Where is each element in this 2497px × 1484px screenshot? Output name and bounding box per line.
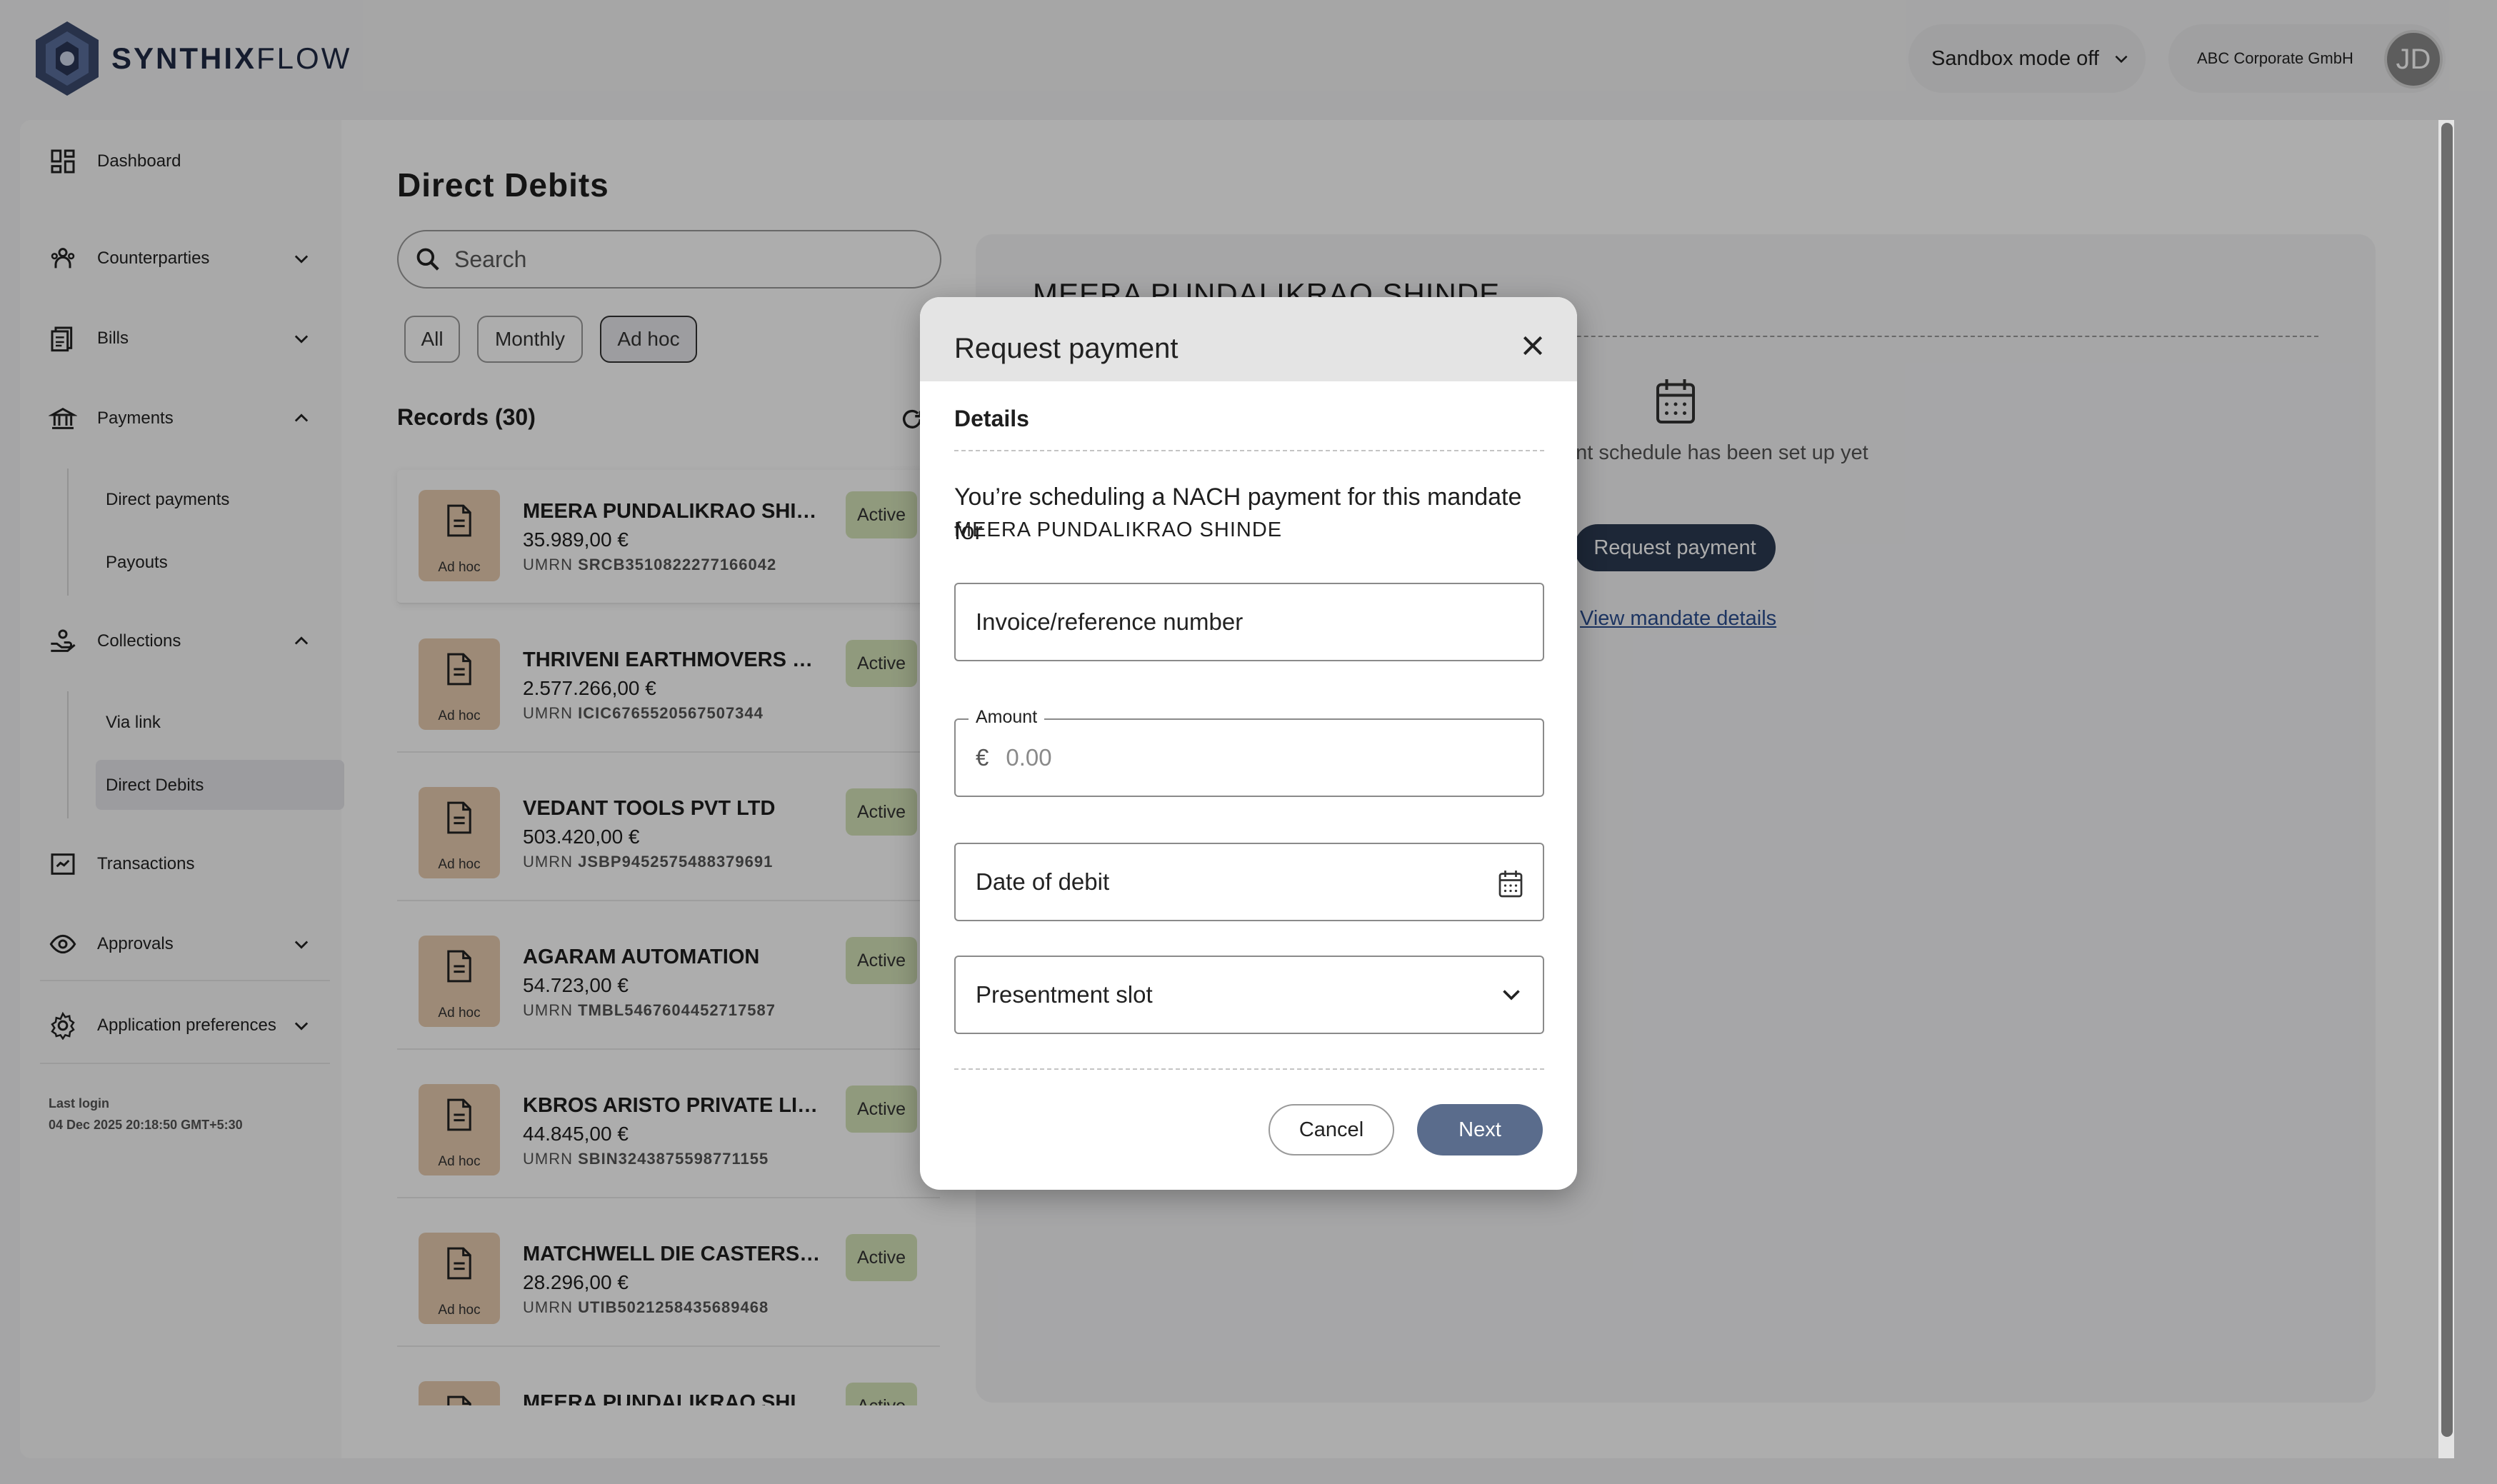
amount-label: Amount (969, 707, 1045, 728)
date-of-debit-placeholder: Date of debit (976, 868, 1110, 895)
section-divider (954, 450, 1544, 451)
request-payment-modal: Request payment Details You’re schedulin… (920, 297, 1577, 1190)
currency-symbol: € (976, 744, 989, 771)
invoice-reference-field[interactable]: Invoice/reference number (954, 583, 1544, 661)
close-icon[interactable] (1518, 331, 1547, 360)
mandate-name: MEERA PUNDALIKRAO SHINDE (954, 518, 1283, 541)
presentment-slot-placeholder: Presentment slot (976, 981, 1153, 1008)
footer-divider (954, 1068, 1544, 1070)
date-of-debit-field[interactable]: Date of debit (954, 843, 1544, 921)
calendar-icon[interactable] (1497, 868, 1524, 898)
invoice-reference-placeholder: Invoice/reference number (976, 608, 1244, 635)
modal-title: Request payment (954, 333, 1179, 364)
amount-placeholder: 0.00 (1006, 744, 1052, 771)
scrollbar-thumb[interactable] (2441, 123, 2453, 1437)
section-title: Details (954, 406, 1029, 431)
presentment-slot-select[interactable]: Presentment slot (954, 956, 1544, 1034)
next-button[interactable]: Next (1417, 1104, 1543, 1155)
amount-field[interactable]: € 0.00 (954, 718, 1544, 797)
cancel-button[interactable]: Cancel (1268, 1104, 1394, 1155)
chevron-down-icon (1503, 990, 1520, 1001)
